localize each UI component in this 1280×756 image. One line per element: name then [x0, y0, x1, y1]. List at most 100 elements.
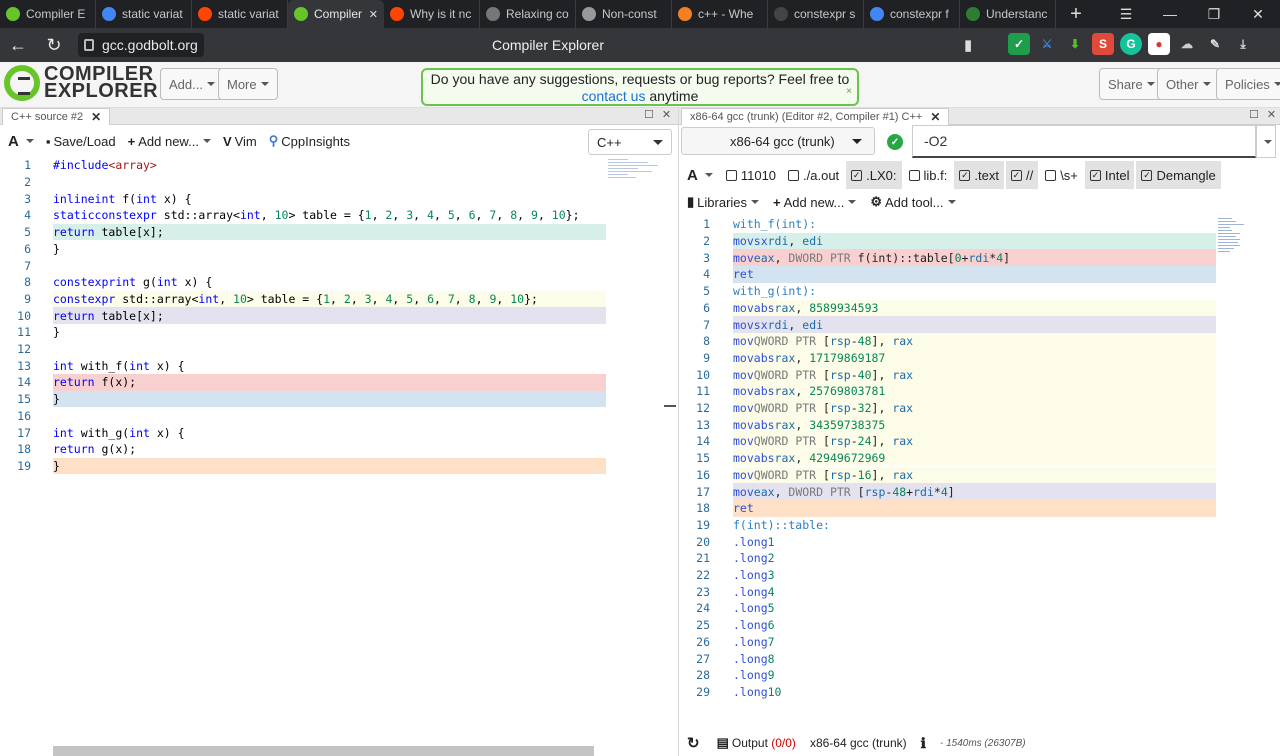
shield-extension-icon[interactable]: ✓ — [1008, 33, 1030, 55]
drop-extension-icon[interactable]: ● — [1148, 33, 1170, 55]
close-window-icon[interactable]: ✕ — [1236, 0, 1280, 28]
source-line[interactable]: 13 int with_f(int x) { — [0, 357, 606, 374]
compiler-select[interactable]: x86-64 gcc (trunk) — [681, 127, 875, 155]
bookmark-icon[interactable]: ▮ — [964, 36, 972, 54]
source-line[interactable]: 1 #include <array> — [0, 157, 606, 174]
asm-line[interactable]: 26 .long 7 — [679, 634, 1216, 651]
reload-icon[interactable]: ↻ — [36, 35, 72, 56]
filter-toggle[interactable]: ✓ Intel — [1084, 161, 1135, 189]
browser-tab[interactable]: constexpr s — [768, 0, 864, 28]
asm-line[interactable]: 14 mov QWORD PTR [rsp -24], rax — [679, 433, 1216, 450]
filter-toggle[interactable]: \s+ — [1040, 161, 1083, 189]
notice-close-icon[interactable]: × — [846, 83, 852, 100]
minimize-icon[interactable]: — — [1148, 0, 1192, 28]
source-line[interactable]: 4 static constexpr std::array< int, 10 > t… — [0, 207, 606, 224]
asm-line[interactable]: 20 .long 1 — [679, 533, 1216, 550]
close-tab-icon[interactable]: ✕ — [930, 110, 940, 124]
asm-line[interactable]: 27 .long 8 — [679, 650, 1216, 667]
more-menu-button[interactable]: More — [218, 68, 278, 100]
close-pane-icon[interactable]: ✕ — [1267, 108, 1276, 121]
browser-tab[interactable]: Understanc — [960, 0, 1056, 28]
compile-success-icon[interactable]: ✓ — [887, 134, 903, 150]
asm-line[interactable]: 22 .long 3 — [679, 567, 1216, 584]
assembly-minimap[interactable] — [1216, 216, 1266, 256]
close-pane-icon[interactable]: ✕ — [662, 108, 671, 121]
share-menu-button[interactable]: Share — [1099, 68, 1164, 100]
browser-tab[interactable]: Compiler E — [0, 0, 96, 28]
asm-line[interactable]: 6 movabs rax, 8589934593 — [679, 299, 1216, 317]
source-editor[interactable]: 1 #include <array> 2 3 inline int f(int x) {… — [0, 157, 678, 756]
cppinsights-button[interactable]: ⚲ CppInsights — [269, 133, 350, 149]
maximize-icon[interactable]: ❐ — [1192, 0, 1236, 28]
filter-toggle[interactable]: lib.f: — [904, 161, 953, 189]
maximize-pane-icon[interactable]: ☐ — [1249, 108, 1259, 121]
asm-line[interactable]: 21 .long 2 — [679, 550, 1216, 567]
tab-search-icon[interactable]: ☰ — [1104, 0, 1148, 28]
asm-line[interactable]: 23 .long 4 — [679, 583, 1216, 600]
filter-toggle[interactable]: ✓ .text — [954, 161, 1004, 189]
asm-line[interactable]: 2 movsx rdi, edi — [679, 232, 1216, 250]
source-line[interactable]: 10 return table[x]; — [0, 307, 606, 324]
source-line[interactable]: 7 — [0, 257, 606, 274]
grammarly-icon[interactable]: G — [1120, 33, 1142, 55]
url-field[interactable]: gcc.godbolt.org — [78, 33, 204, 57]
source-line[interactable]: 11} — [0, 324, 606, 341]
assembly-output[interactable]: 1 with_f(int): 2 movsx rdi, edi 3 mov eax, … — [679, 216, 1280, 730]
close-tab-icon[interactable]: ✕ — [91, 110, 101, 124]
source-line[interactable]: 12 — [0, 341, 606, 358]
cloud-extension-icon[interactable]: ☁ — [1176, 33, 1198, 55]
filter-toggle[interactable]: ✓// — [1005, 161, 1039, 189]
vim-toggle-button[interactable]: V Vim — [223, 134, 257, 149]
asm-line[interactable]: 13 movabs rax, 34359738375 — [679, 416, 1216, 434]
filter-toggle[interactable]: 11010 — [721, 161, 781, 189]
filter-toggle[interactable]: ./a.out — [783, 161, 844, 189]
asm-line[interactable]: 19 f(int)::table: — [679, 517, 1216, 534]
source-line[interactable]: 17 int with_g(int x) { — [0, 424, 606, 441]
asm-line[interactable]: 5 with_g(int): — [679, 283, 1216, 300]
add-menu-button[interactable]: Add... — [160, 68, 224, 100]
asm-line[interactable]: 3 mov eax, DWORD PTR f(int)::table[0 + rdi… — [679, 249, 1216, 267]
output-button[interactable]: ▤ Output (0/0) — [717, 735, 796, 751]
maximize-pane-icon[interactable]: ☐ — [644, 108, 654, 121]
asm-line[interactable]: 17 mov eax, DWORD PTR [rsp -48 + rdi * 4] — [679, 483, 1216, 500]
filter-toggle[interactable]: ✓ .LX0: — [846, 161, 902, 189]
filter-toggle[interactable]: ✓ Demangle — [1136, 161, 1221, 189]
asm-line[interactable]: 4 ret — [679, 266, 1216, 283]
back-icon[interactable]: ← — [0, 35, 36, 56]
asm-line[interactable]: 15 movabs rax, 42949672969 — [679, 449, 1216, 467]
figure-extension-icon[interactable]: ⚔ — [1036, 33, 1058, 55]
source-line[interactable]: 3 inline int f(int x) { — [0, 190, 606, 207]
download-icon[interactable]: ⤓ — [1232, 33, 1254, 55]
ce-logo[interactable]: COMPILER EXPLORER — [4, 64, 158, 101]
new-tab-button[interactable]: + — [1056, 0, 1096, 28]
source-line[interactable]: 6} — [0, 241, 606, 258]
browser-tab[interactable]: Why is it nc — [384, 0, 480, 28]
asm-line[interactable]: 1 with_f(int): — [679, 216, 1216, 233]
browser-tab[interactable]: static variat — [192, 0, 288, 28]
asm-line[interactable]: 9 movabs rax, 17179869187 — [679, 349, 1216, 367]
info-icon[interactable]: ℹ — [921, 735, 926, 752]
output-font-size-button[interactable]: A — [687, 167, 713, 184]
asm-line[interactable]: 29 .long 10 — [679, 684, 1216, 701]
browser-tab[interactable]: c++ - Whe — [672, 0, 768, 28]
asm-line[interactable]: 24 .long 5 — [679, 600, 1216, 617]
horizontal-scrollbar[interactable] — [53, 746, 594, 756]
source-line[interactable]: 16 — [0, 408, 606, 425]
asm-line[interactable]: 8 mov QWORD PTR [rsp -48], rax — [679, 332, 1216, 350]
source-line[interactable]: 9 constexpr std::array< int, 10 > table = … — [0, 290, 606, 308]
source-line[interactable]: 19} — [0, 457, 606, 475]
source-line[interactable]: 14 return f(x); — [0, 374, 606, 391]
source-line[interactable]: 18 return g(x); — [0, 441, 606, 458]
source-line[interactable]: 8 constexpr int g(int x) { — [0, 274, 606, 291]
source-minimap[interactable] — [606, 157, 662, 197]
asm-line[interactable]: 12 mov QWORD PTR [rsp -32], rax — [679, 399, 1216, 417]
policies-menu-button[interactable]: Policies — [1216, 68, 1280, 100]
splitter-handle[interactable] — [664, 405, 676, 407]
source-line[interactable]: 15} — [0, 390, 606, 408]
options-dropdown-button[interactable] — [1256, 125, 1276, 158]
asm-line[interactable]: 7 movsx rdi, edi — [679, 316, 1216, 333]
browser-tab[interactable]: Non-const — [576, 0, 672, 28]
puzzle-extensions-icon[interactable]: ✎ — [1204, 33, 1226, 55]
browser-tab[interactable]: Compiler ✕ — [288, 0, 384, 28]
tab-source[interactable]: C++ source #2 ✕ — [2, 108, 111, 125]
